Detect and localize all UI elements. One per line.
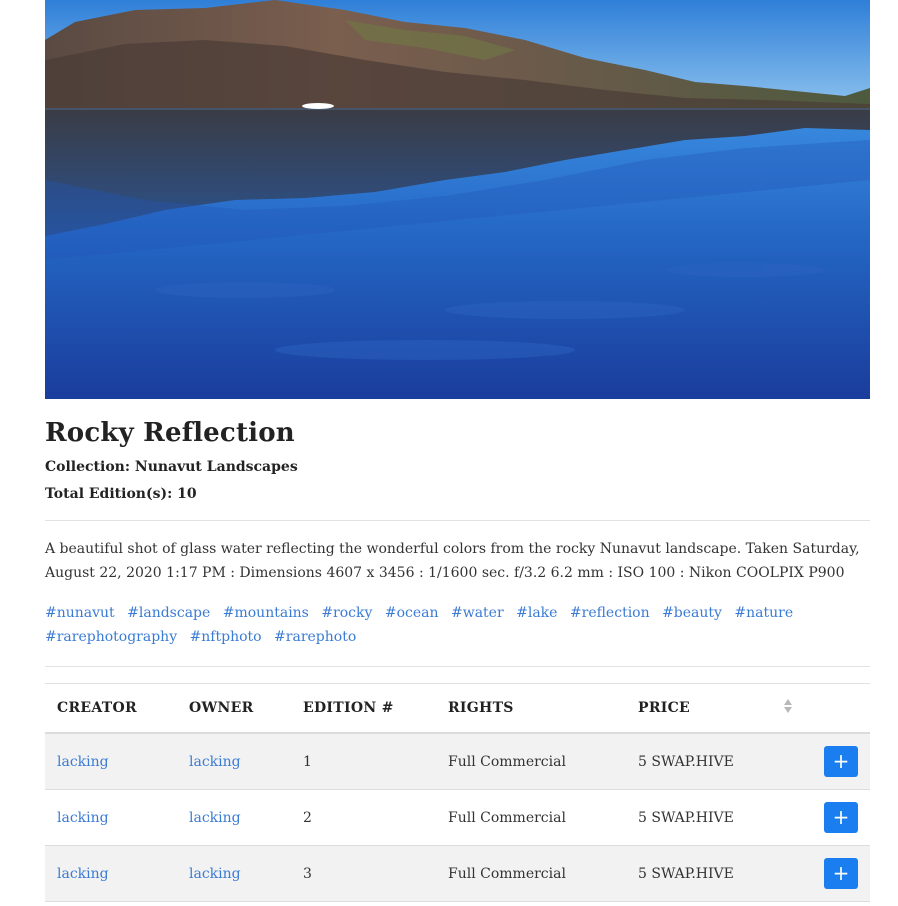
table-row: lacking lacking 3 Full Commercial 5 SWAP…: [45, 845, 870, 902]
tag-link[interactable]: #rarephoto: [274, 629, 356, 645]
rights-value: Full Commercial: [436, 845, 626, 902]
price-value: 5 SWAP.HIVE: [626, 733, 798, 790]
creator-link[interactable]: lacking: [57, 754, 109, 770]
table-header-row: CREATOR OWNER EDITION # RIGHTS PRICE: [45, 684, 870, 734]
owner-link[interactable]: lacking: [189, 754, 241, 770]
tag-link[interactable]: #mountains: [223, 605, 309, 621]
add-to-cart-button[interactable]: +: [824, 858, 858, 889]
owner-link[interactable]: lacking: [189, 810, 241, 826]
column-header-action: [798, 684, 870, 734]
column-header-price[interactable]: PRICE: [626, 684, 798, 734]
sort-icon[interactable]: [783, 698, 793, 718]
editions-table: CREATOR OWNER EDITION # RIGHTS PRICE lac…: [45, 684, 870, 902]
collection-label: Collection: Nunavut Landscapes: [45, 459, 298, 475]
add-to-cart-button[interactable]: +: [824, 802, 858, 833]
artwork-image[interactable]: [45, 0, 870, 399]
tag-link[interactable]: #ocean: [385, 605, 439, 621]
artwork-description: A beautiful shot of glass water reflecti…: [45, 541, 860, 581]
divider: [45, 520, 870, 521]
tag-link[interactable]: #landscape: [127, 605, 210, 621]
column-header-price-label: PRICE: [638, 700, 691, 716]
rights-value: Full Commercial: [436, 733, 626, 790]
tag-link[interactable]: #beauty: [662, 605, 722, 621]
total-editions-label: Total Edition(s): 10: [45, 486, 197, 502]
add-to-cart-button[interactable]: +: [824, 746, 858, 777]
edition-number: 2: [291, 789, 436, 846]
column-header-edition[interactable]: EDITION #: [291, 684, 436, 734]
price-value: 5 SWAP.HIVE: [626, 845, 798, 902]
column-header-creator[interactable]: CREATOR: [45, 684, 177, 734]
tag-link[interactable]: #water: [451, 605, 504, 621]
tag-link[interactable]: #rarephotography: [45, 629, 177, 645]
tag-link[interactable]: #nature: [734, 605, 793, 621]
rights-value: Full Commercial: [436, 789, 626, 846]
creator-link[interactable]: lacking: [57, 866, 109, 882]
price-value: 5 SWAP.HIVE: [626, 789, 798, 846]
tag-list: #nunavut #landscape #mountains #rocky #o…: [45, 601, 870, 649]
column-header-owner[interactable]: OWNER: [177, 684, 291, 734]
tag-link[interactable]: #nftphoto: [190, 629, 262, 645]
table-row: lacking lacking 1 Full Commercial 5 SWAP…: [45, 733, 870, 790]
tag-link[interactable]: #lake: [516, 605, 557, 621]
tag-link[interactable]: #nunavut: [45, 605, 115, 621]
divider: [45, 666, 870, 667]
creator-link[interactable]: lacking: [57, 810, 109, 826]
tag-link[interactable]: #reflection: [570, 605, 650, 621]
edition-number: 1: [291, 733, 436, 790]
artwork-title: Rocky Reflection: [45, 418, 295, 448]
tag-link[interactable]: #rocky: [321, 605, 372, 621]
table-row: lacking lacking 2 Full Commercial 5 SWAP…: [45, 789, 870, 846]
editions-table-wrapper: CREATOR OWNER EDITION # RIGHTS PRICE lac…: [45, 683, 870, 902]
artwork-detail: Rocky Reflection Collection: Nunavut Lan…: [45, 0, 870, 902]
edition-number: 3: [291, 845, 436, 902]
column-header-rights[interactable]: RIGHTS: [436, 684, 626, 734]
owner-link[interactable]: lacking: [189, 866, 241, 882]
